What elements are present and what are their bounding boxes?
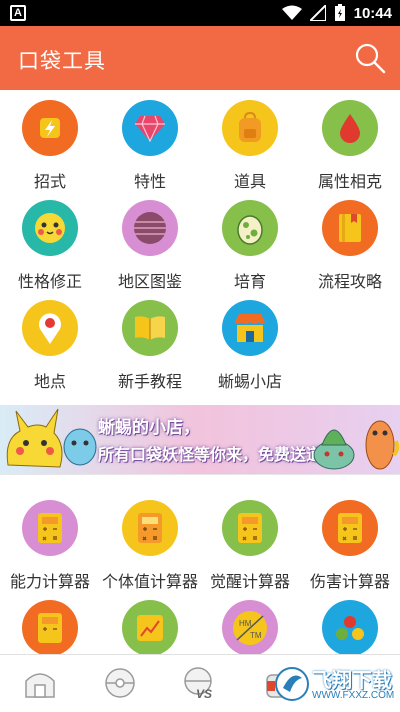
watermark-url: WWW.FXXZ.COM xyxy=(312,690,395,701)
globe-icon xyxy=(122,200,178,256)
open-book-icon xyxy=(122,300,178,356)
tool-label: 特性 xyxy=(133,174,166,191)
tool-label: 性格修正 xyxy=(17,274,82,291)
status-bar: A 10:44 xyxy=(0,0,400,26)
tool-calculator-5[interactable] xyxy=(0,600,100,656)
tool-label: 道具 xyxy=(233,174,266,191)
tool-label: 招式 xyxy=(33,174,66,191)
tool-label: 地区图鉴 xyxy=(117,274,182,291)
banner-headline: 蜥蜴的小店， xyxy=(98,418,200,437)
svg-text:HM: HM xyxy=(239,619,252,628)
tool-shop[interactable]: 蜥蜴小店 xyxy=(200,300,300,392)
page-title: 口袋工具 xyxy=(18,50,106,73)
tool-moves[interactable]: 招式 xyxy=(0,100,100,192)
tool-breeding[interactable]: 培育 xyxy=(200,200,300,292)
clock: 10:44 xyxy=(353,4,392,22)
watermark-logo-icon xyxy=(275,667,309,701)
book-icon xyxy=(322,200,378,256)
pikachu-illustration xyxy=(6,408,97,468)
watermark-text: 飞翔下载 xyxy=(312,670,392,692)
tool-label: 培育 xyxy=(233,274,266,291)
wifi-icon xyxy=(281,5,302,20)
tool-chart[interactable] xyxy=(100,600,200,656)
notification-icon: A xyxy=(10,5,26,21)
tool-label: 伤害计算器 xyxy=(309,574,390,591)
svg-text:VS: VS xyxy=(196,687,212,701)
face-icon xyxy=(22,200,78,256)
app-bar: 口袋工具 xyxy=(0,26,400,90)
bulbasaur-charmander-illustration xyxy=(313,420,400,470)
tool-items[interactable]: 道具 xyxy=(200,100,300,192)
tool-stat-calculator[interactable]: 能力计算器 xyxy=(0,500,100,592)
tool-label: 新手教程 xyxy=(117,374,182,391)
tool-label: 属性相克 xyxy=(317,174,382,191)
chart-icon xyxy=(122,600,178,656)
calculator-icon xyxy=(22,600,78,656)
calculator-icon xyxy=(222,500,278,556)
lightning-icon xyxy=(22,100,78,156)
berries-icon xyxy=(322,600,378,656)
shop-icon xyxy=(222,300,278,356)
tool-abilities[interactable]: 特性 xyxy=(100,100,200,192)
section-divider xyxy=(0,474,400,475)
tool-label: 地点 xyxy=(33,374,66,391)
calculator-icon xyxy=(22,500,78,556)
drop-icon xyxy=(322,100,378,156)
home-icon[interactable] xyxy=(22,665,58,701)
backpack-icon xyxy=(222,100,278,156)
tool-type-chart[interactable]: 属性相克 xyxy=(300,100,400,192)
tool-label: 能力计算器 xyxy=(9,574,90,591)
signal-icon xyxy=(309,5,326,21)
tool-pokedex[interactable]: 地区图鉴 xyxy=(100,200,200,292)
tool-hm-tm[interactable]: HM TM xyxy=(200,600,300,656)
tool-label: 觉醒计算器 xyxy=(209,574,290,591)
tool-label: 蜥蜴小店 xyxy=(217,374,282,391)
versus-icon[interactable]: VS xyxy=(182,665,218,701)
calculator-icon xyxy=(322,500,378,556)
tool-hidden-power-calculator[interactable]: 觉醒计算器 xyxy=(200,500,300,592)
tool-label: 流程攻略 xyxy=(317,274,382,291)
promo-banner[interactable]: 蜥蜴的小店， 所有口袋妖怪等你来，免费送道具 xyxy=(0,405,400,474)
watermark: 飞翔下载 WWW.FXXZ.COM xyxy=(272,664,400,704)
tool-tutorial[interactable]: 新手教程 xyxy=(100,300,200,392)
search-icon[interactable] xyxy=(354,42,386,74)
battery-icon xyxy=(334,4,345,21)
tool-locations[interactable]: 地点 xyxy=(0,300,100,392)
pokeball-icon[interactable] xyxy=(102,665,138,701)
hm-tm-icon: HM TM xyxy=(222,600,278,656)
tool-berries[interactable] xyxy=(300,600,400,656)
tool-iv-calculator[interactable]: 个体值计算器 xyxy=(100,500,200,592)
location-pin-icon xyxy=(22,300,78,356)
tool-walkthrough[interactable]: 流程攻略 xyxy=(300,200,400,292)
tool-damage-calculator[interactable]: 伤害计算器 xyxy=(300,500,400,592)
tool-label: 个体值计算器 xyxy=(101,574,198,591)
egg-icon xyxy=(222,200,278,256)
svg-text:TM: TM xyxy=(250,631,262,640)
calculator-icon xyxy=(122,500,178,556)
tool-nature[interactable]: 性格修正 xyxy=(0,200,100,292)
gem-icon xyxy=(122,100,178,156)
